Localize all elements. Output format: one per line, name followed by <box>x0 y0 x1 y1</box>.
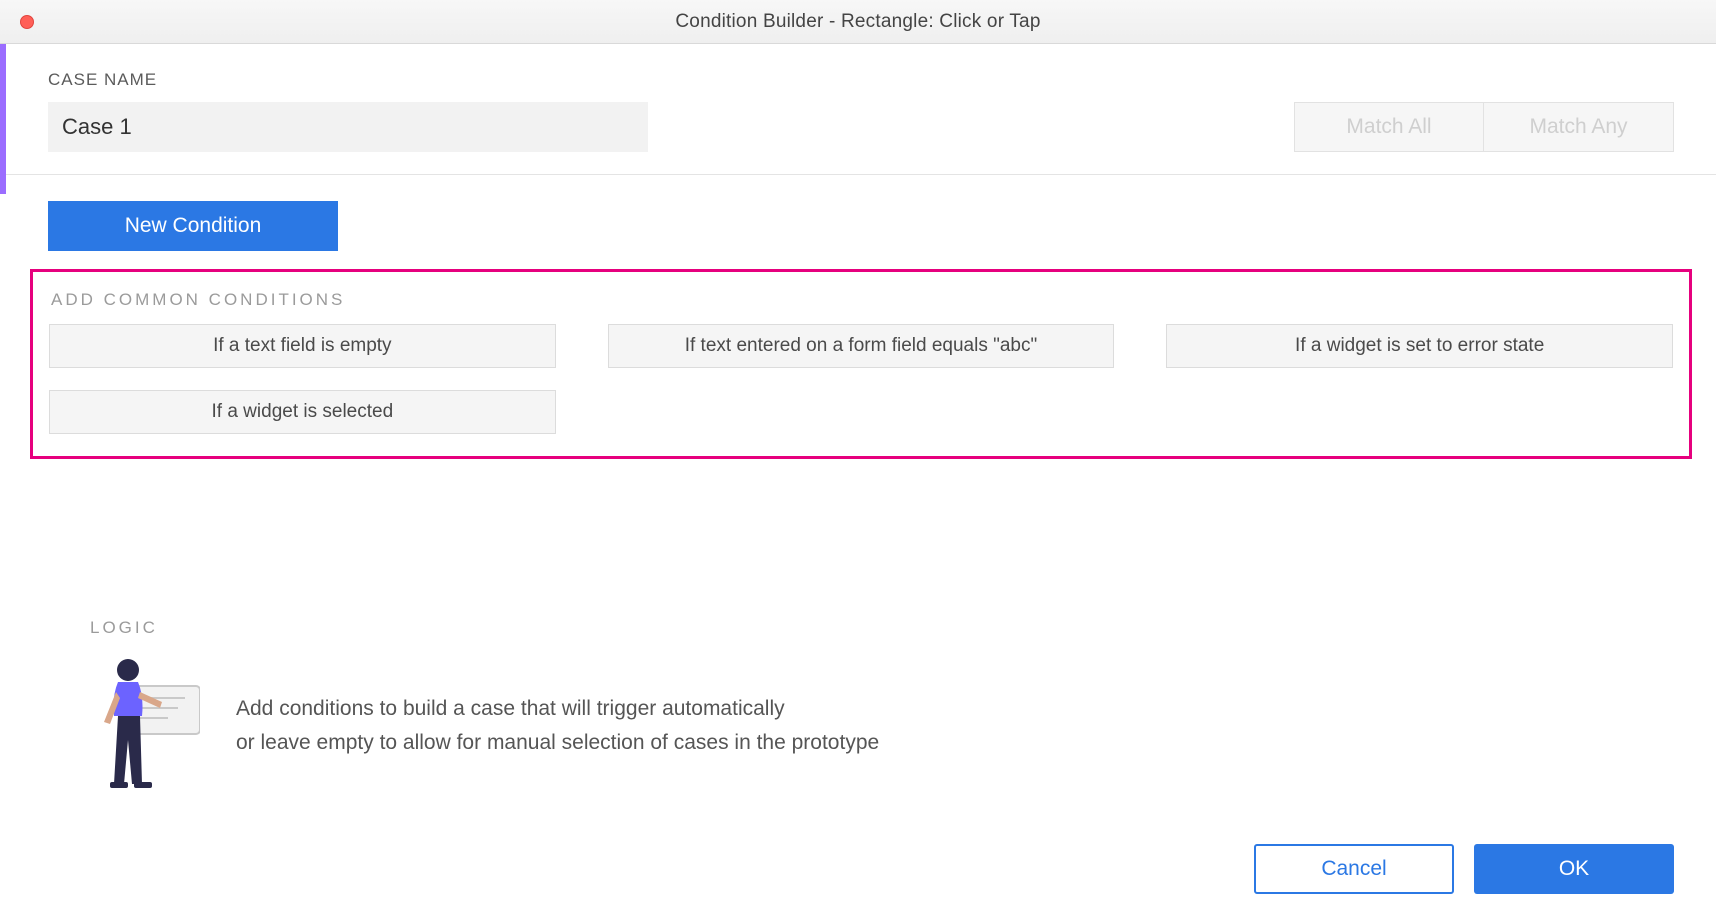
new-condition-button[interactable]: New Condition <box>48 201 338 251</box>
cancel-button[interactable]: Cancel <box>1254 844 1454 894</box>
content-wrapper: CASE NAME Match All Match Any New Condit… <box>0 44 1716 922</box>
common-condition-text-equals[interactable]: If text entered on a form field equals "… <box>608 324 1115 368</box>
case-left: CASE NAME <box>48 70 1274 152</box>
close-icon[interactable] <box>20 15 34 29</box>
content: CASE NAME Match All Match Any New Condit… <box>0 44 1716 922</box>
logic-row: Add conditions to build a case that will… <box>90 656 1632 796</box>
logic-heading: LOGIC <box>90 618 1632 638</box>
common-condition-widget-selected[interactable]: If a widget is selected <box>49 390 556 434</box>
ok-button[interactable]: OK <box>1474 844 1674 894</box>
case-row: CASE NAME Match All Match Any <box>6 44 1716 175</box>
common-conditions-highlight: ADD COMMON CONDITIONS If a text field is… <box>30 269 1692 459</box>
main-area: New Condition ADD COMMON CONDITIONS If a… <box>6 175 1716 826</box>
common-condition-error-state[interactable]: If a widget is set to error state <box>1166 324 1673 368</box>
window-title: Condition Builder - Rectangle: Click or … <box>0 11 1716 33</box>
match-any-button[interactable]: Match Any <box>1484 102 1674 152</box>
common-condition-text-empty[interactable]: If a text field is empty <box>49 324 556 368</box>
accent-bar <box>0 44 6 194</box>
case-name-input[interactable] <box>48 102 648 152</box>
dialog-footer: Cancel OK <box>6 826 1716 922</box>
match-toggle-group: Match All Match Any <box>1294 102 1674 152</box>
common-conditions-grid: If a text field is empty If text entered… <box>49 324 1673 434</box>
condition-builder-window: Condition Builder - Rectangle: Click or … <box>0 0 1716 922</box>
titlebar: Condition Builder - Rectangle: Click or … <box>0 0 1716 44</box>
logic-section: LOGIC <box>48 618 1674 826</box>
logic-line-2: or leave empty to allow for manual selec… <box>236 726 879 760</box>
person-illustration-icon <box>90 656 200 796</box>
case-name-label: CASE NAME <box>48 70 1274 90</box>
logic-line-1: Add conditions to build a case that will… <box>236 692 879 726</box>
match-all-button[interactable]: Match All <box>1294 102 1484 152</box>
common-conditions-heading: ADD COMMON CONDITIONS <box>49 290 1673 310</box>
logic-description: Add conditions to build a case that will… <box>236 692 879 759</box>
